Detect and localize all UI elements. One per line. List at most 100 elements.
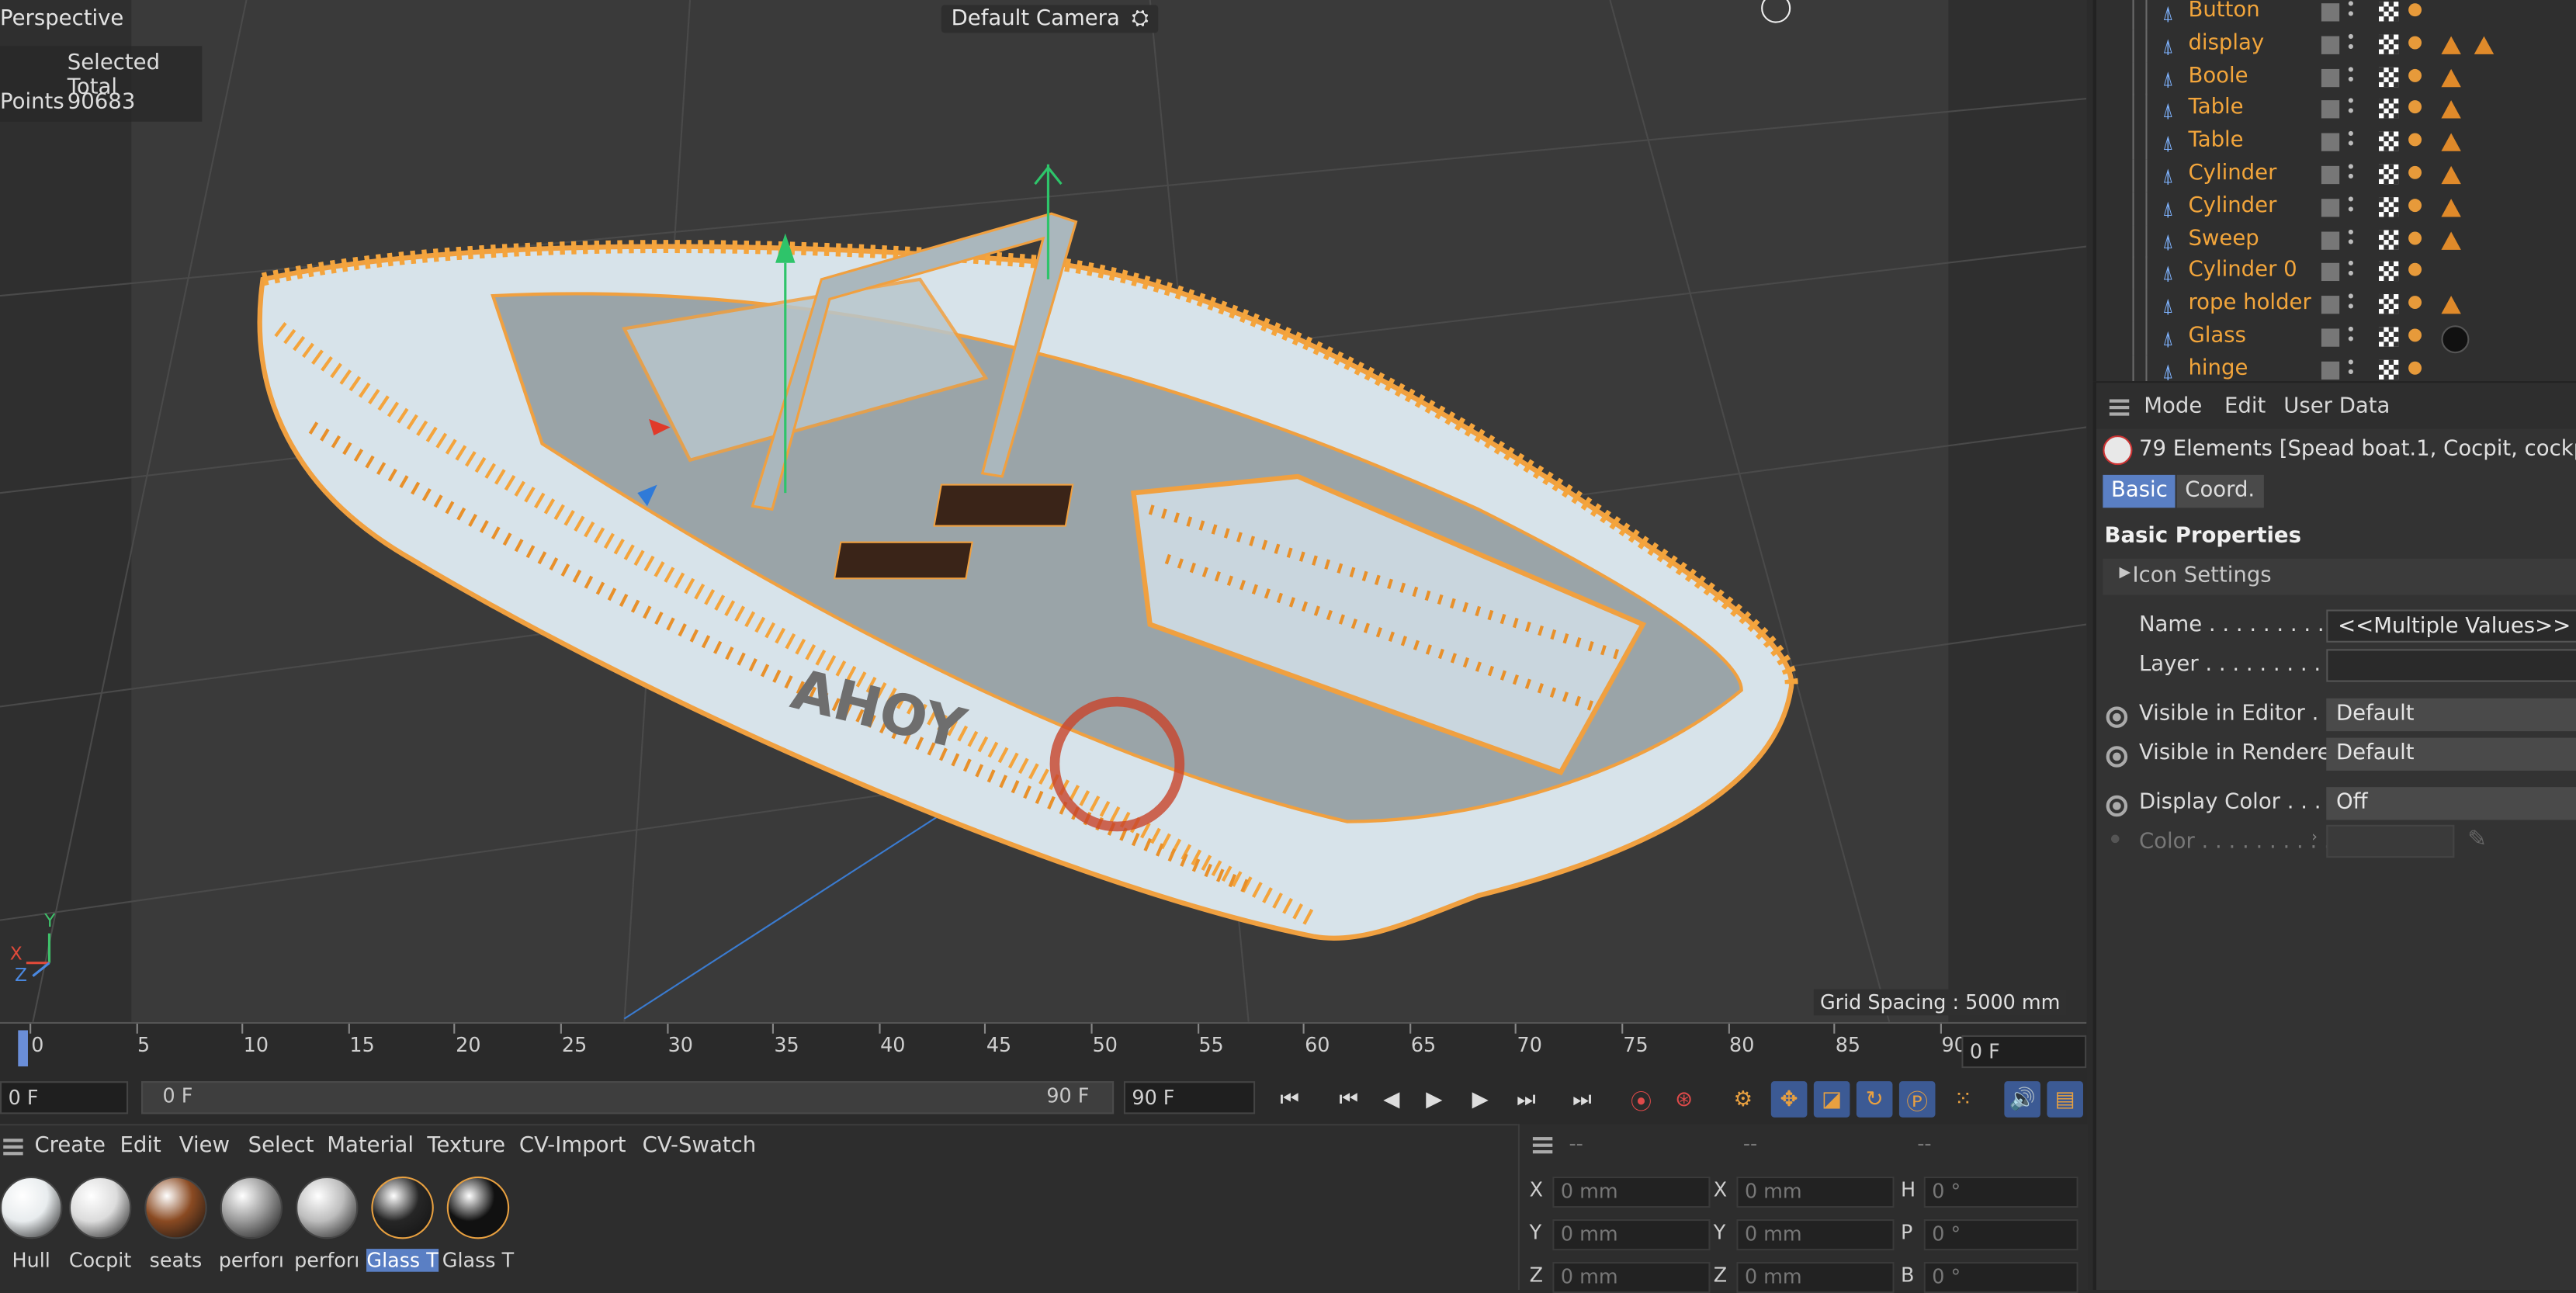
visible-renderer-anim-icon[interactable] (2106, 746, 2128, 768)
material-tag-icon[interactable] (2408, 198, 2422, 212)
menu-texture[interactable]: Texture (427, 1134, 505, 1159)
visible-renderer-dropdown[interactable]: Default (2326, 737, 2576, 771)
menu-create[interactable]: Create (34, 1134, 105, 1159)
texture-tag-icon[interactable] (2378, 34, 2399, 54)
material-swatch[interactable]: Cocpit (68, 1173, 132, 1272)
object-row[interactable]: ⍋ rope holder • • (2096, 289, 2576, 323)
material-tag-icon[interactable] (2408, 100, 2422, 114)
next-frame-icon[interactable]: ▶ (1462, 1081, 1499, 1118)
material-tag-icon[interactable] (2408, 263, 2422, 277)
coord-input[interactable]: 0 mm (1736, 1262, 1895, 1293)
eyedropper-icon[interactable]: ✎ (2467, 827, 2487, 853)
coord-input[interactable]: 0 mm (1552, 1262, 1711, 1293)
prev-frame-icon[interactable]: ◀ (1374, 1081, 1410, 1118)
layer-toggle-icon[interactable] (2321, 100, 2340, 120)
object-row[interactable]: ⍋ Cylinder • • (2096, 192, 2576, 225)
camera-icon[interactable]: ⛭ (1132, 6, 1149, 31)
attribute-menu-icon[interactable] (2109, 399, 2130, 416)
material-tag-icon[interactable] (2408, 231, 2422, 244)
rotate-key-icon[interactable]: ↻ (1856, 1081, 1893, 1118)
object-row[interactable]: ⍋ Cylinder • • (2096, 159, 2576, 192)
material-tag-icon[interactable] (2408, 36, 2422, 50)
menu-attr-edit[interactable]: Edit (2224, 394, 2266, 419)
go-to-end-icon[interactable]: ⏭ (1564, 1081, 1600, 1118)
frame-range-slider[interactable]: 0 F 90 F (141, 1081, 1115, 1114)
visibility-dots-icon[interactable]: • • (2346, 0, 2356, 24)
display-color-dropdown[interactable]: Off (2326, 787, 2576, 820)
timeline-playhead[interactable] (18, 1030, 28, 1067)
layer-toggle-icon[interactable] (2321, 328, 2340, 347)
material-swatch[interactable]: Hull (0, 1173, 63, 1272)
object-name[interactable]: rope holder (2188, 291, 2311, 316)
object-name[interactable]: hinge (2188, 356, 2248, 381)
visibility-dots-icon[interactable]: • • (2346, 127, 2356, 154)
menu-material[interactable]: Material (327, 1134, 414, 1159)
material-swatch[interactable]: perforı (294, 1173, 359, 1272)
coord-input[interactable]: 0 mm (1736, 1176, 1895, 1208)
end-frame-field[interactable]: 90 F (1123, 1081, 1256, 1114)
phong-tag-icon[interactable] (2441, 68, 2461, 87)
texture-tag-icon[interactable] (2378, 2, 2399, 22)
object-name[interactable]: Table (2188, 96, 2243, 121)
menu-edit[interactable]: Edit (120, 1134, 161, 1159)
object-name[interactable]: Boole (2188, 64, 2248, 88)
color-expand-icon[interactable]: › (2311, 830, 2318, 846)
sound-icon[interactable]: 🔊 (2004, 1081, 2040, 1118)
layer-toggle-icon[interactable] (2321, 133, 2340, 152)
texture-tag-icon[interactable] (2378, 99, 2399, 120)
phong-tag-icon[interactable] (2474, 36, 2495, 54)
layer-toggle-icon[interactable] (2321, 361, 2340, 380)
object-name[interactable]: Cylinder (2188, 193, 2276, 218)
texture-tag-icon[interactable] (2378, 131, 2399, 152)
material-swatch[interactable]: perforı (219, 1173, 284, 1272)
material-tag-icon[interactable] (2408, 296, 2422, 310)
visible-editor-dropdown[interactable]: Default (2326, 698, 2576, 732)
material-tag-icon[interactable] (2408, 133, 2422, 147)
object-name[interactable]: display (2188, 31, 2264, 56)
visibility-dots-icon[interactable]: • • (2346, 63, 2356, 89)
material-swatch[interactable]: seats (144, 1173, 207, 1272)
texture-tag-icon[interactable] (2378, 359, 2399, 380)
phong-tag-icon[interactable] (2441, 231, 2461, 249)
viewport-title[interactable]: Perspective (0, 6, 123, 31)
layer-toggle-icon[interactable] (2321, 231, 2340, 249)
texture-tag-icon[interactable] (2378, 327, 2399, 347)
autokey-icon[interactable]: ⊛ (1666, 1081, 1702, 1118)
object-row[interactable]: ⍋ Button • • (2096, 0, 2576, 30)
layer-toggle-icon[interactable] (2321, 36, 2340, 54)
coord-input[interactable]: 0 ° (1923, 1218, 2078, 1251)
object-row[interactable]: ⍋ Table • • (2096, 127, 2576, 160)
display-color-anim-icon[interactable] (2106, 795, 2128, 817)
layer-toggle-icon[interactable] (2321, 263, 2340, 282)
object-row[interactable]: ⍋ display • • (2096, 29, 2576, 63)
icon-settings-group[interactable]: ▶ Icon Settings (2103, 558, 2576, 595)
layer-toggle-icon[interactable] (2321, 3, 2340, 22)
move-key-icon[interactable]: ✥ (1770, 1081, 1808, 1118)
menu-cv-swatch[interactable]: CV-Swatch (643, 1134, 757, 1159)
visibility-dots-icon[interactable]: • • (2346, 258, 2356, 284)
tab-basic[interactable]: Basic (2103, 474, 2176, 508)
material-swatch[interactable]: Glass T (442, 1173, 514, 1272)
next-key-icon[interactable]: ⏭ (1508, 1081, 1545, 1118)
name-field[interactable]: <<Multiple Values>> (2326, 609, 2576, 643)
tab-coord[interactable]: Coord. (2176, 474, 2263, 508)
texture-tag-icon[interactable] (2378, 229, 2399, 249)
boat-model[interactable]: AHOY (0, 0, 2087, 1022)
object-row[interactable]: ⍋ Boole • • (2096, 61, 2576, 95)
coord-input[interactable]: 0 mm (1552, 1176, 1711, 1208)
texture-tag-icon[interactable] (2378, 262, 2399, 282)
play-icon[interactable]: ▶ (1416, 1081, 1453, 1118)
object-name[interactable]: Sweep (2188, 226, 2259, 251)
visibility-dots-icon[interactable]: • • (2346, 160, 2356, 186)
prev-key-icon[interactable]: ⏮ (1331, 1081, 1368, 1118)
menu-mode[interactable]: Mode (2144, 394, 2202, 419)
layer-toggle-icon[interactable] (2321, 296, 2340, 314)
object-row[interactable]: ⍋ Cylinder 0 • • (2096, 257, 2576, 290)
material-menu-icon[interactable] (3, 1139, 23, 1156)
phong-tag-icon[interactable] (2441, 133, 2461, 152)
material-tag-icon[interactable] (2408, 328, 2422, 342)
texture-tag-icon[interactable] (2378, 66, 2399, 87)
param-key-icon[interactable]: Ⓟ (1898, 1081, 1936, 1118)
start-frame-field[interactable]: 0 F (0, 1081, 129, 1114)
visibility-dots-icon[interactable]: • • (2346, 30, 2356, 57)
